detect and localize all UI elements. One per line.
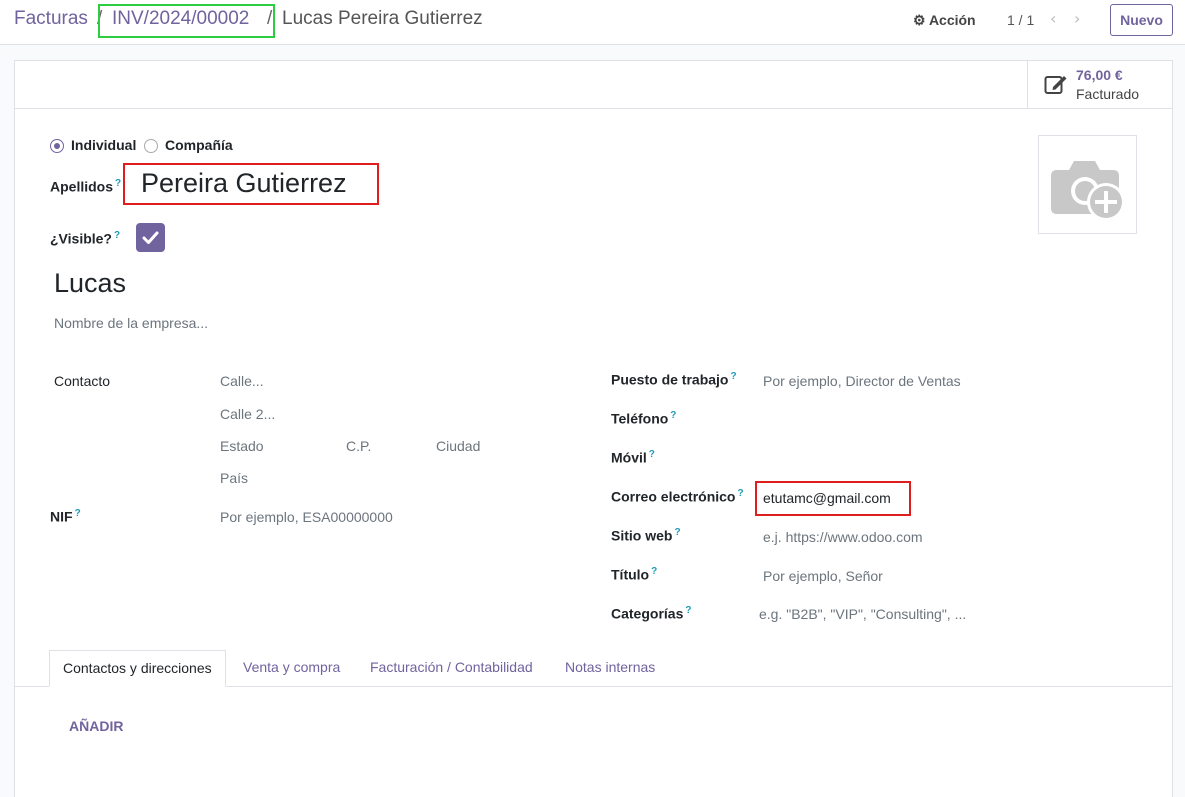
visible-label: ¿Visible?? (50, 230, 121, 247)
control-panel: Facturas / INV/2024/00002 / Lucas Pereir… (0, 0, 1185, 45)
country-field[interactable]: País (220, 470, 248, 486)
invoiced-label: Facturado (1076, 86, 1140, 102)
tab-contacts-addresses[interactable]: Contactos y direcciones (49, 650, 226, 687)
title-label: Título? (611, 566, 658, 583)
help-icon[interactable]: ? (114, 230, 120, 241)
company-radio-label[interactable]: Compañía (165, 137, 233, 153)
gear-icon: ⚙ (913, 12, 926, 28)
tab-internal-notes[interactable]: Notas internas (565, 650, 655, 687)
breadcrumb-facturas[interactable]: Facturas (14, 8, 88, 30)
highlight-box-email (755, 481, 911, 516)
invoiced-stat-button[interactable]: 76,00 € Facturado (1027, 61, 1172, 109)
help-icon[interactable]: ? (651, 566, 657, 577)
help-icon[interactable]: ? (670, 410, 676, 421)
title-field[interactable]: Por ejemplo, Señor (763, 568, 883, 584)
mobile-label: Móvil? (611, 449, 655, 466)
job-position-field[interactable]: Por ejemplo, Director de Ventas (763, 373, 961, 389)
nif-label: NIF? (50, 508, 81, 525)
email-label: Correo electrónico? (611, 488, 744, 505)
help-icon[interactable]: ? (115, 178, 121, 189)
help-icon[interactable]: ? (75, 508, 81, 519)
help-icon[interactable]: ? (649, 449, 655, 460)
individual-radio-label[interactable]: Individual (71, 137, 136, 153)
edit-icon (1044, 76, 1067, 94)
help-icon[interactable]: ? (674, 527, 680, 538)
pager-value[interactable]: 1 / 1 (1007, 12, 1034, 28)
avatar-upload[interactable] (1038, 135, 1137, 234)
action-label: Acción (928, 12, 976, 28)
phone-label: Teléfono? (611, 410, 677, 427)
tags-field[interactable]: e.g. "B2B", "VIP", "Consulting", ... (759, 606, 966, 622)
chevron-right-icon[interactable]: › (1074, 9, 1080, 28)
job-position-label: Puesto de trabajo? (611, 371, 737, 388)
state-field[interactable]: Estado (220, 438, 264, 454)
help-icon[interactable]: ? (737, 488, 743, 499)
visible-checkbox[interactable] (136, 223, 165, 252)
city-field[interactable]: Ciudad (436, 438, 480, 454)
add-contact-button[interactable]: AÑADIR (69, 718, 123, 734)
website-label: Sitio web? (611, 527, 681, 544)
nif-field[interactable]: Por ejemplo, ESA00000000 (220, 509, 393, 525)
tags-label: Categorías? (611, 605, 692, 622)
apellidos-label: Apellidos? (50, 178, 122, 195)
highlight-box-apellidos (123, 163, 379, 205)
company-name-field[interactable]: Nombre de la empresa... (54, 315, 208, 331)
invoiced-amount: 76,00 € (1076, 67, 1123, 83)
action-button[interactable]: ⚙ Acción (913, 12, 976, 29)
contact-name-field[interactable]: Lucas (54, 268, 126, 299)
contact-address-label: Contacto (54, 373, 111, 389)
notebook-tabs: Contactos y direcciones Venta y compra F… (14, 650, 1173, 687)
new-button[interactable]: Nuevo (1110, 4, 1173, 36)
help-icon[interactable]: ? (685, 605, 691, 616)
highlight-box-invoice (98, 4, 275, 38)
website-field[interactable]: e.j. https://www.odoo.com (763, 529, 923, 545)
chevron-left-icon[interactable]: ‹ (1050, 9, 1056, 28)
tab-invoicing[interactable]: Facturación / Contabilidad (370, 650, 533, 687)
tab-sales-purchase[interactable]: Venta y compra (243, 650, 340, 687)
company-radio[interactable] (144, 139, 158, 153)
check-icon (142, 231, 159, 244)
street-field[interactable]: Calle... (220, 373, 264, 389)
zip-field[interactable]: C.P. (346, 438, 371, 454)
breadcrumb-current: Lucas Pereira Gutierrez (282, 8, 483, 29)
camera-add-icon (1051, 161, 1125, 221)
individual-radio[interactable] (50, 139, 64, 153)
button-box: 76,00 € Facturado (15, 61, 1172, 109)
help-icon[interactable]: ? (730, 371, 736, 382)
street2-field[interactable]: Calle 2... (220, 406, 275, 422)
